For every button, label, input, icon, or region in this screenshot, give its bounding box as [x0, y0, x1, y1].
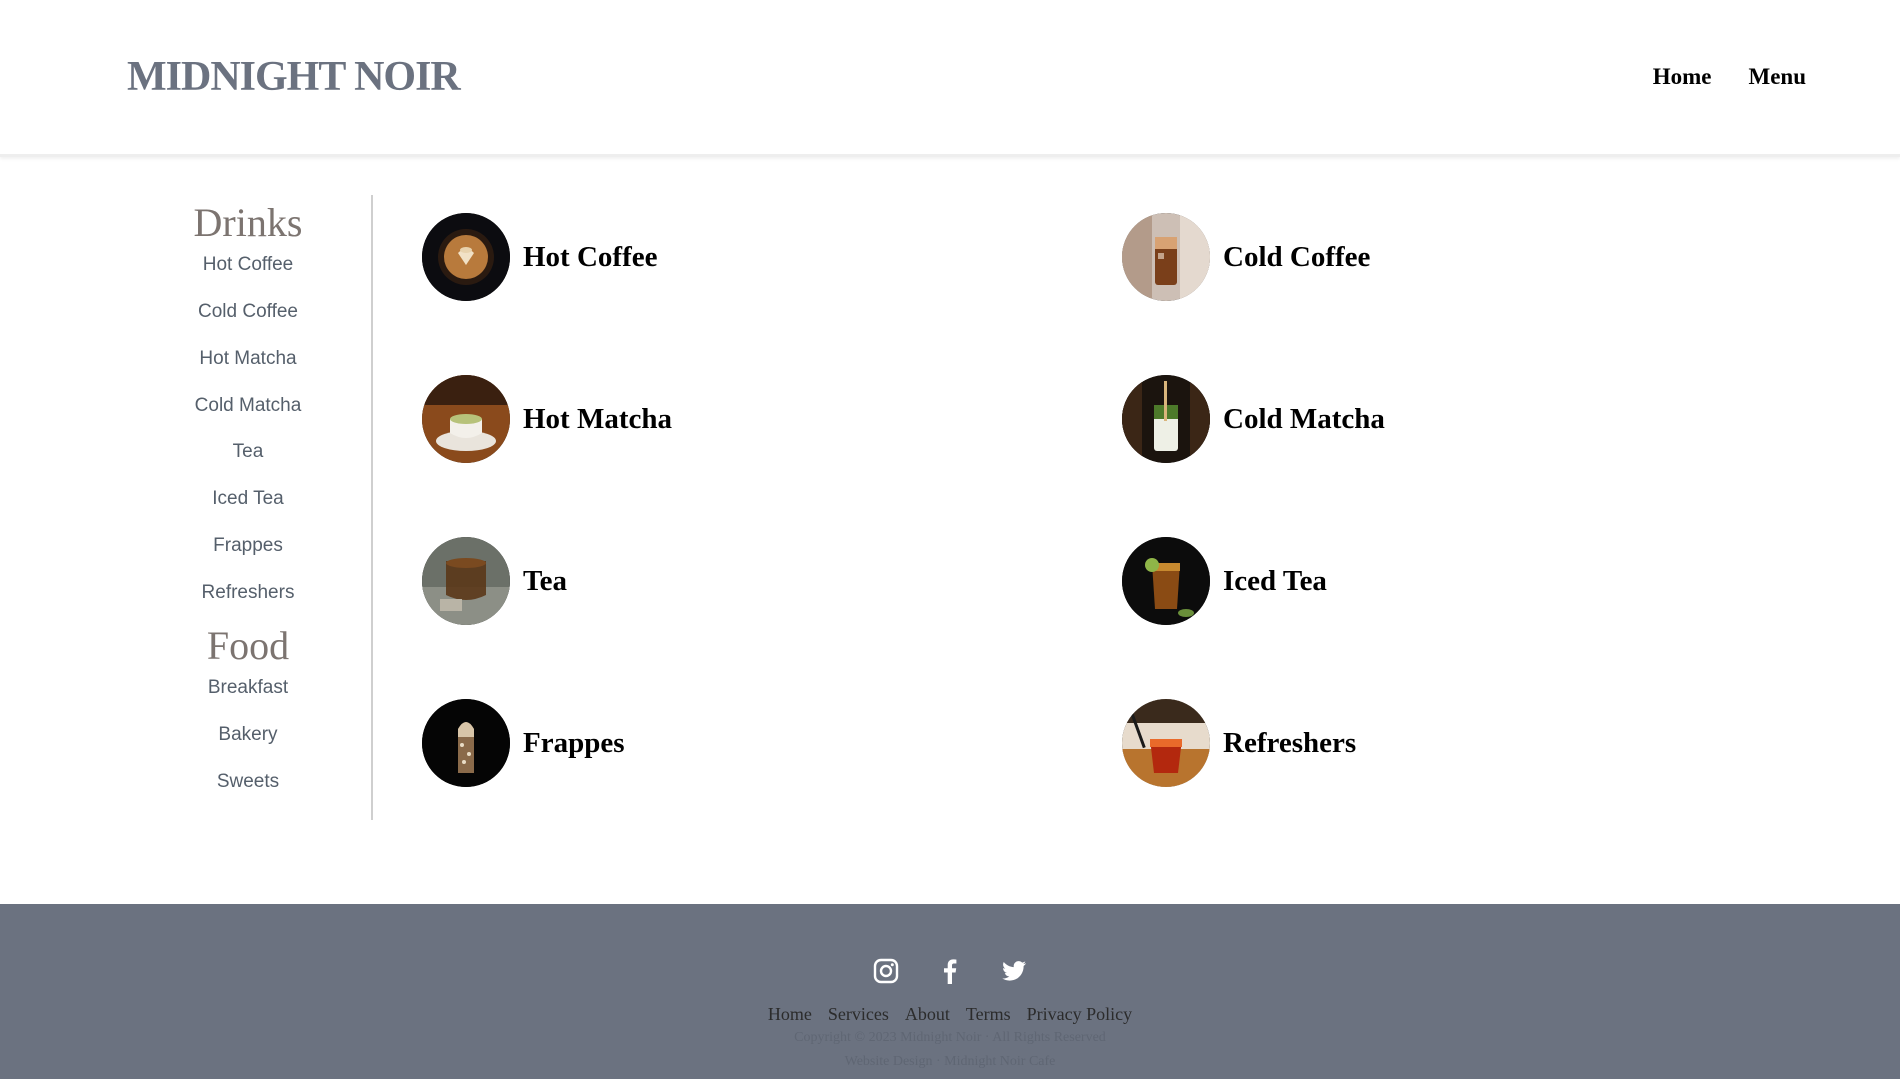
sidebar-item-iced-tea[interactable]: Iced Tea — [147, 488, 349, 510]
frappe-photo — [422, 699, 510, 787]
hot-coffee-photo — [422, 213, 510, 301]
footer-services-link[interactable]: Services — [828, 1004, 889, 1025]
sidebar-item-frappes[interactable]: Frappes — [147, 535, 349, 557]
drinks-heading: Drinks — [193, 200, 303, 245]
credit-text: Website Design · Midnight Noir Cafe — [844, 1054, 1056, 1069]
menu-item-hot-coffee[interactable]: Hot Coffee — [422, 213, 657, 301]
menu-item-label: Hot Matcha — [523, 402, 672, 435]
instagram-icon[interactable] — [873, 958, 899, 984]
hot-matcha-photo — [422, 375, 510, 463]
site-logo[interactable]: MIDNIGHT NOIR — [127, 53, 461, 101]
main-nav: Home Menu — [1653, 64, 1806, 90]
sidebar-item-hot-coffee[interactable]: Hot Coffee — [147, 254, 349, 276]
footer-privacy-link[interactable]: Privacy Policy — [1027, 1004, 1133, 1025]
menu-item-label: Iced Tea — [1223, 564, 1327, 597]
site-footer: Home Services About Terms Privacy Policy… — [0, 904, 1900, 1079]
copyright-text: Copyright © 2023 Midnight Noir · All Rig… — [794, 1030, 1106, 1045]
menu-item-cold-coffee[interactable]: Cold Coffee — [1122, 213, 1370, 301]
footer-nav: Home Services About Terms Privacy Policy — [0, 1004, 1900, 1025]
menu-item-label: Tea — [523, 564, 568, 597]
footer-home-link[interactable]: Home — [768, 1004, 812, 1025]
iced-tea-photo — [1122, 537, 1210, 625]
tea-photo — [422, 537, 510, 625]
menu-item-cold-matcha[interactable]: Cold Matcha — [1122, 375, 1385, 463]
menu-item-hot-matcha[interactable]: Hot Matcha — [422, 375, 672, 463]
menu-item-tea[interactable]: Tea — [422, 537, 567, 625]
menu-item-frappes[interactable]: Frappes — [422, 699, 625, 787]
cold-matcha-photo — [1122, 375, 1210, 463]
category-sidebar: Drinks Hot Coffee Cold Coffee Hot Matcha… — [147, 195, 373, 820]
menu-item-label: Refreshers — [1223, 726, 1357, 759]
social-links — [0, 958, 1900, 984]
sidebar-item-refreshers[interactable]: Refreshers — [147, 582, 349, 604]
footer-terms-link[interactable]: Terms — [966, 1004, 1011, 1025]
nav-menu-link[interactable]: Menu — [1749, 64, 1807, 90]
facebook-icon[interactable] — [937, 958, 963, 984]
sidebar-item-cold-coffee[interactable]: Cold Coffee — [147, 301, 349, 323]
sidebar-item-hot-matcha[interactable]: Hot Matcha — [147, 348, 349, 370]
menu-item-iced-tea[interactable]: Iced Tea — [1122, 537, 1327, 625]
sidebar-item-cold-matcha[interactable]: Cold Matcha — [147, 395, 349, 417]
cold-coffee-photo — [1122, 213, 1210, 301]
sidebar-item-sweets[interactable]: Sweets — [147, 771, 349, 793]
twitter-icon[interactable] — [1001, 958, 1027, 984]
footer-about-link[interactable]: About — [905, 1004, 950, 1025]
menu-item-refreshers[interactable]: Refreshers — [1122, 699, 1356, 787]
menu-item-label: Cold Matcha — [1223, 402, 1385, 435]
sidebar-item-tea[interactable]: Tea — [147, 441, 349, 463]
sidebar-item-breakfast[interactable]: Breakfast — [147, 677, 349, 699]
menu-item-label: Cold Coffee — [1223, 240, 1371, 273]
menu-item-label: Hot Coffee — [523, 240, 658, 273]
nav-home-link[interactable]: Home — [1653, 64, 1712, 90]
menu-item-label: Frappes — [523, 726, 625, 759]
sidebar-item-bakery[interactable]: Bakery — [147, 724, 349, 746]
site-header: MIDNIGHT NOIR Home Menu — [0, 0, 1900, 157]
refresher-photo — [1122, 699, 1210, 787]
food-heading: Food — [206, 623, 290, 668]
